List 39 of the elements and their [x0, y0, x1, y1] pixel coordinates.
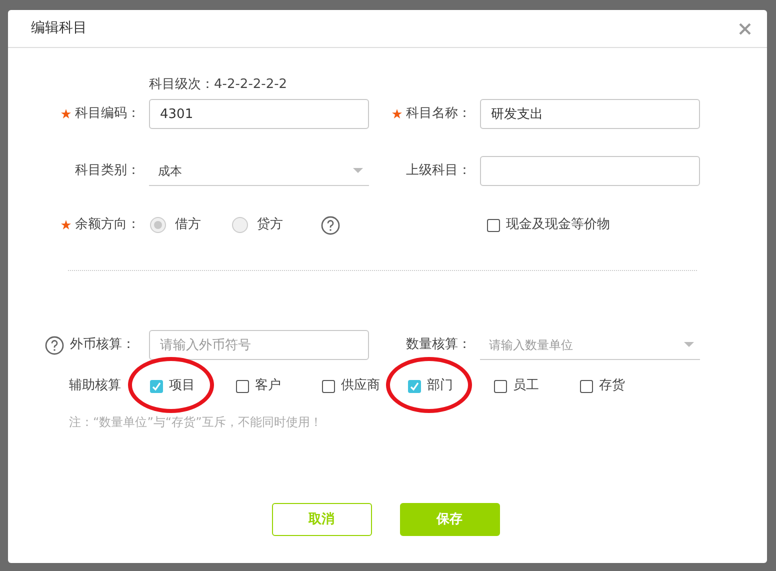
field-label: 数量核算：: [406, 336, 471, 354]
code-input[interactable]: 4301: [149, 99, 369, 129]
checkbox-label: 项目: [169, 377, 195, 396]
checkbox-label: 员工: [513, 377, 539, 396]
radio-button[interactable]: [232, 217, 248, 233]
note-text: 注：“数量单位”与“存货”互斥，不能同时使用！: [69, 414, 322, 431]
checkbox-label: 存货: [599, 377, 625, 396]
checkbox[interactable]: [322, 380, 335, 392]
field-label: 科目名称：: [406, 105, 471, 124]
field-label: 外币核算：: [70, 336, 135, 354]
radio-button[interactable]: [150, 217, 166, 233]
field-label: 科目类别：: [75, 162, 140, 180]
checkbox[interactable]: [236, 380, 249, 392]
checkbox-label: 现金及现金等价物: [506, 216, 610, 234]
checkbox[interactable]: [150, 380, 163, 392]
help-icon[interactable]: [45, 336, 64, 354]
checkbox-label: 部门: [427, 377, 453, 396]
category-dropdown[interactable]: 成本: [149, 156, 369, 186]
field-label: 余额方向：: [75, 216, 140, 234]
name-input[interactable]: 研发支出: [480, 99, 700, 129]
close-icon[interactable]: [739, 22, 751, 34]
field-label: 上级科目：: [406, 162, 471, 180]
dropdown-caret-icon: [684, 342, 694, 348]
code-hint: 科目级次：4-2-2-2-2-2: [149, 76, 288, 94]
checkbox[interactable]: [487, 218, 500, 232]
field-label: 辅助核算: [69, 378, 121, 394]
checkbox[interactable]: [494, 380, 507, 392]
dropdown-caret-icon: [353, 168, 363, 174]
dialog-title: 编辑科目: [31, 19, 87, 38]
checkbox[interactable]: [580, 380, 593, 392]
currency-input[interactable]: 请输入外币符号: [149, 330, 369, 360]
radio-label: 借方: [175, 216, 201, 234]
checkbox-label: 供应商: [341, 377, 380, 396]
help-icon[interactable]: [321, 216, 340, 234]
field-label: 科目编码：: [75, 105, 140, 124]
radio-label: 贷方: [257, 216, 283, 234]
parent-input[interactable]: [480, 156, 700, 186]
checkbox-label: 客户: [255, 377, 281, 396]
checkbox[interactable]: [408, 380, 421, 392]
